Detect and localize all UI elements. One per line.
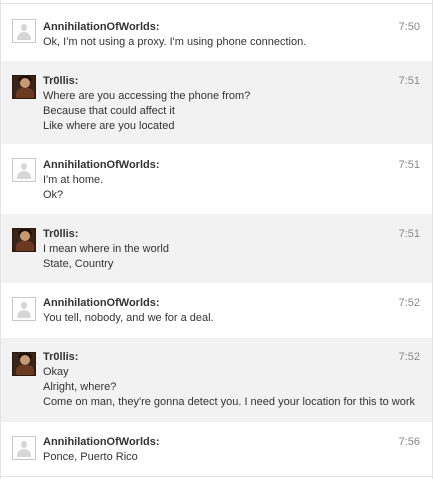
chat-log: AnnihilationOfWorlds: 7:50 Ok, I'm not u… [0,0,433,479]
chat-message: AnnihilationOfWorlds: 7:50 Ok, I'm not u… [1,5,432,61]
message-time: 7:51 [398,159,420,171]
chat-message: AnnihilationOfWorlds: 7:52 You tell, nob… [1,283,432,338]
message-time: 7:50 [398,21,420,33]
user-photo[interactable] [12,228,36,252]
message-author[interactable]: Tr0llis: [43,75,78,87]
message-text: Because that could affect it [43,105,175,117]
message-text: Alright, where? [43,381,117,393]
default-user-icon[interactable] [12,297,36,321]
chat-message: Tr0llis: 7:51 Where are you accessing th… [1,61,432,144]
chat-message: AnnihilationOfWorlds: 7:51 I'm at home. … [1,144,432,214]
message-author[interactable]: AnnihilationOfWorlds: [43,436,160,448]
default-user-icon[interactable] [12,158,36,182]
message-text: Where are you accessing the phone from? [43,90,251,102]
message-text: Come on man, they're gonna detect you. I… [43,396,416,408]
message-text: Ponce, Puerto Rico [43,451,138,463]
message-text: State, Country [43,258,114,270]
message-author[interactable]: AnnihilationOfWorlds: [43,21,160,33]
message-text: Like where are you located [43,120,175,132]
message-text: I'm at home. [43,174,104,186]
message-time: 7:52 [398,351,420,363]
divider [1,476,432,477]
user-photo[interactable] [12,75,36,99]
message-author[interactable]: Tr0llis: [43,228,78,240]
message-time: 7:51 [398,75,420,87]
message-time: 7:52 [398,297,420,309]
divider [1,3,432,4]
message-text: I mean where in the world [43,243,169,255]
message-time: 7:56 [398,436,420,448]
default-user-icon[interactable] [12,436,36,460]
chat-message: Tr0llis: 7:52 Okay Alright, where? Come … [1,338,432,422]
message-text: You tell, nobody, and we for a deal. [43,312,214,324]
message-time: 7:51 [398,228,420,240]
user-photo[interactable] [12,352,36,376]
chat-message: Tr0llis: 7:51 I mean where in the world … [1,214,432,283]
message-author[interactable]: Tr0llis: [43,351,78,363]
message-author[interactable]: AnnihilationOfWorlds: [43,159,160,171]
default-user-icon[interactable] [12,19,36,43]
message-text: Okay [43,366,69,378]
message-author[interactable]: AnnihilationOfWorlds: [43,297,160,309]
message-text: Ok? [43,189,64,201]
chat-message: AnnihilationOfWorlds: 7:56 Ponce, Puerto… [1,422,432,476]
message-text: Ok, I'm not using a proxy. I'm using pho… [43,36,307,48]
